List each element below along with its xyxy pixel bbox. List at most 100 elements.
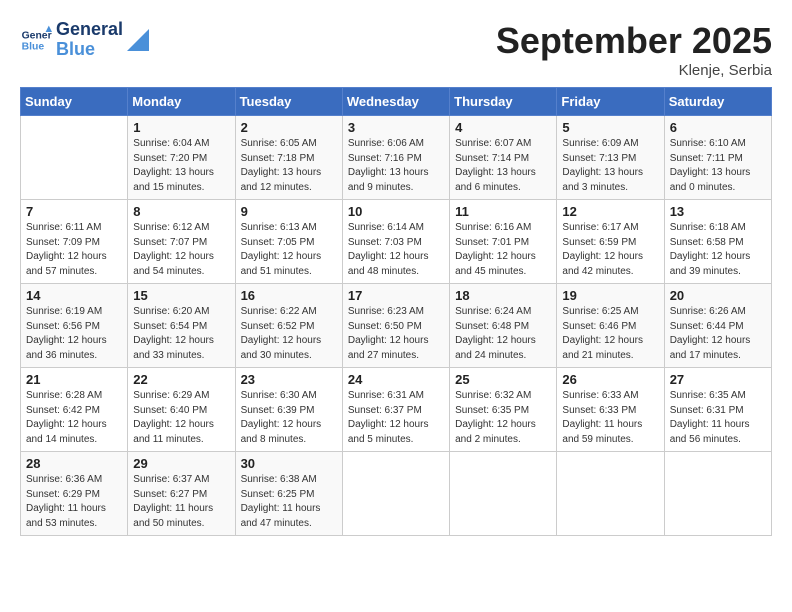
day-info: Sunrise: 6:09 AM Sunset: 7:13 PM Dayligh…: [562, 137, 658, 195]
day-cell: [342, 452, 449, 536]
day-cell: 8 Sunrise: 6:12 AM Sunset: 7:07 PM Daylig…: [128, 200, 235, 284]
day-info: Sunrise: 6:17 AM Sunset: 6:59 PM Dayligh…: [562, 221, 658, 279]
logo: General Blue General Blue: [20, 20, 149, 60]
day-info: Sunrise: 6:14 AM Sunset: 7:03 PM Dayligh…: [348, 221, 444, 279]
day-number: 27: [670, 372, 766, 387]
day-info: Sunrise: 6:19 AM Sunset: 6:56 PM Dayligh…: [26, 305, 122, 363]
day-cell: 22 Sunrise: 6:29 AM Sunset: 6:40 PM Dayli…: [128, 368, 235, 452]
day-cell: [664, 452, 771, 536]
location: Klenje, Serbia: [496, 62, 772, 79]
day-info: Sunrise: 6:11 AM Sunset: 7:09 PM Dayligh…: [26, 221, 122, 279]
week-row-4: 21Sunrise: 6:28 AM Sunset: 6:42 PM Dayli…: [21, 368, 772, 452]
day-cell: 10 Sunrise: 6:14 AM Sunset: 7:03 PM Dayli…: [342, 200, 449, 284]
day-number: 1: [133, 120, 229, 135]
logo-icon: General Blue: [20, 24, 52, 56]
week-row-1: 1 Sunrise: 6:04 AM Sunset: 7:20 PM Daylig…: [21, 116, 772, 200]
day-cell: 5 Sunrise: 6:09 AM Sunset: 7:13 PM Daylig…: [557, 116, 664, 200]
day-number: 3: [348, 120, 444, 135]
day-info: Sunrise: 6:05 AM Sunset: 7:18 PM Dayligh…: [241, 137, 337, 195]
day-number: 6: [670, 120, 766, 135]
weekday-header-thursday: Thursday: [450, 88, 557, 116]
day-info: Sunrise: 6:20 AM Sunset: 6:54 PM Dayligh…: [133, 305, 229, 363]
weekday-header-friday: Friday: [557, 88, 664, 116]
month-title: September 2025: [496, 20, 772, 62]
svg-text:General: General: [22, 30, 52, 41]
day-info: Sunrise: 6:12 AM Sunset: 7:07 PM Dayligh…: [133, 221, 229, 279]
day-number: 19: [562, 288, 658, 303]
week-row-5: 28 Sunrise: 6:36 AM Sunset: 6:29 PM Dayli…: [21, 452, 772, 536]
day-cell: 1 Sunrise: 6:04 AM Sunset: 7:20 PM Daylig…: [128, 116, 235, 200]
day-cell: 17 Sunrise: 6:23 AM Sunset: 6:50 PM Dayli…: [342, 284, 449, 368]
day-number: 30: [241, 456, 337, 471]
day-number: 29: [133, 456, 229, 471]
day-cell: 30 Sunrise: 6:38 AM Sunset: 6:25 PM Dayli…: [235, 452, 342, 536]
day-info: Sunrise: 6:31 AM Sunset: 6:37 PM Dayligh…: [348, 389, 444, 447]
day-cell: 9Sunrise: 6:13 AM Sunset: 7:05 PM Daylig…: [235, 200, 342, 284]
day-cell: 24 Sunrise: 6:31 AM Sunset: 6:37 PM Dayli…: [342, 368, 449, 452]
day-cell: 28 Sunrise: 6:36 AM Sunset: 6:29 PM Dayli…: [21, 452, 128, 536]
day-cell: 19 Sunrise: 6:25 AM Sunset: 6:46 PM Dayli…: [557, 284, 664, 368]
day-number: 12: [562, 204, 658, 219]
day-number: 7: [26, 204, 122, 219]
day-info: Sunrise: 6:38 AM Sunset: 6:25 PM Dayligh…: [241, 473, 337, 531]
day-cell: 27 Sunrise: 6:35 AM Sunset: 6:31 PM Dayli…: [664, 368, 771, 452]
day-number: 18: [455, 288, 551, 303]
day-cell: 26 Sunrise: 6:33 AM Sunset: 6:33 PM Dayli…: [557, 368, 664, 452]
calendar-table: SundayMondayTuesdayWednesdayThursdayFrid…: [20, 87, 772, 536]
day-cell: 29 Sunrise: 6:37 AM Sunset: 6:27 PM Dayli…: [128, 452, 235, 536]
day-cell: 16Sunrise: 6:22 AM Sunset: 6:52 PM Dayli…: [235, 284, 342, 368]
week-row-3: 14Sunrise: 6:19 AM Sunset: 6:56 PM Dayli…: [21, 284, 772, 368]
day-cell: 12 Sunrise: 6:17 AM Sunset: 6:59 PM Dayli…: [557, 200, 664, 284]
day-cell: 20Sunrise: 6:26 AM Sunset: 6:44 PM Dayli…: [664, 284, 771, 368]
day-info: Sunrise: 6:29 AM Sunset: 6:40 PM Dayligh…: [133, 389, 229, 447]
weekday-header-tuesday: Tuesday: [235, 88, 342, 116]
day-info: Sunrise: 6:23 AM Sunset: 6:50 PM Dayligh…: [348, 305, 444, 363]
day-info: Sunrise: 6:22 AM Sunset: 6:52 PM Dayligh…: [241, 305, 337, 363]
day-info: Sunrise: 6:37 AM Sunset: 6:27 PM Dayligh…: [133, 473, 229, 531]
weekday-header-wednesday: Wednesday: [342, 88, 449, 116]
day-cell: 15Sunrise: 6:20 AM Sunset: 6:54 PM Dayli…: [128, 284, 235, 368]
logo-blue: Blue: [56, 40, 123, 60]
day-info: Sunrise: 6:16 AM Sunset: 7:01 PM Dayligh…: [455, 221, 551, 279]
day-number: 13: [670, 204, 766, 219]
day-number: 2: [241, 120, 337, 135]
day-number: 24: [348, 372, 444, 387]
day-cell: 25Sunrise: 6:32 AM Sunset: 6:35 PM Dayli…: [450, 368, 557, 452]
day-cell: 21Sunrise: 6:28 AM Sunset: 6:42 PM Dayli…: [21, 368, 128, 452]
day-info: Sunrise: 6:06 AM Sunset: 7:16 PM Dayligh…: [348, 137, 444, 195]
day-info: Sunrise: 6:24 AM Sunset: 6:48 PM Dayligh…: [455, 305, 551, 363]
day-cell: 6 Sunrise: 6:10 AM Sunset: 7:11 PM Daylig…: [664, 116, 771, 200]
day-number: 22: [133, 372, 229, 387]
logo-triangle-icon: [127, 29, 149, 51]
day-info: Sunrise: 6:32 AM Sunset: 6:35 PM Dayligh…: [455, 389, 551, 447]
day-number: 5: [562, 120, 658, 135]
day-number: 28: [26, 456, 122, 471]
svg-text:Blue: Blue: [22, 41, 45, 52]
day-info: Sunrise: 6:25 AM Sunset: 6:46 PM Dayligh…: [562, 305, 658, 363]
day-info: Sunrise: 6:10 AM Sunset: 7:11 PM Dayligh…: [670, 137, 766, 195]
day-info: Sunrise: 6:18 AM Sunset: 6:58 PM Dayligh…: [670, 221, 766, 279]
day-number: 10: [348, 204, 444, 219]
page-header: General Blue General Blue September 2025…: [20, 20, 772, 79]
day-number: 26: [562, 372, 658, 387]
day-number: 11: [455, 204, 551, 219]
day-number: 21: [26, 372, 122, 387]
title-block: September 2025 Klenje, Serbia: [496, 20, 772, 79]
weekday-header-monday: Monday: [128, 88, 235, 116]
day-info: Sunrise: 6:33 AM Sunset: 6:33 PM Dayligh…: [562, 389, 658, 447]
day-cell: 3 Sunrise: 6:06 AM Sunset: 7:16 PM Daylig…: [342, 116, 449, 200]
day-number: 17: [348, 288, 444, 303]
day-info: Sunrise: 6:26 AM Sunset: 6:44 PM Dayligh…: [670, 305, 766, 363]
day-cell: 4 Sunrise: 6:07 AM Sunset: 7:14 PM Daylig…: [450, 116, 557, 200]
day-cell: 14Sunrise: 6:19 AM Sunset: 6:56 PM Dayli…: [21, 284, 128, 368]
day-number: 4: [455, 120, 551, 135]
day-info: Sunrise: 6:35 AM Sunset: 6:31 PM Dayligh…: [670, 389, 766, 447]
day-info: Sunrise: 6:36 AM Sunset: 6:29 PM Dayligh…: [26, 473, 122, 531]
weekday-header-row: SundayMondayTuesdayWednesdayThursdayFrid…: [21, 88, 772, 116]
weekday-header-saturday: Saturday: [664, 88, 771, 116]
day-info: Sunrise: 6:04 AM Sunset: 7:20 PM Dayligh…: [133, 137, 229, 195]
day-info: Sunrise: 6:07 AM Sunset: 7:14 PM Dayligh…: [455, 137, 551, 195]
day-number: 8: [133, 204, 229, 219]
day-cell: 2 Sunrise: 6:05 AM Sunset: 7:18 PM Daylig…: [235, 116, 342, 200]
day-cell: 23Sunrise: 6:30 AM Sunset: 6:39 PM Dayli…: [235, 368, 342, 452]
